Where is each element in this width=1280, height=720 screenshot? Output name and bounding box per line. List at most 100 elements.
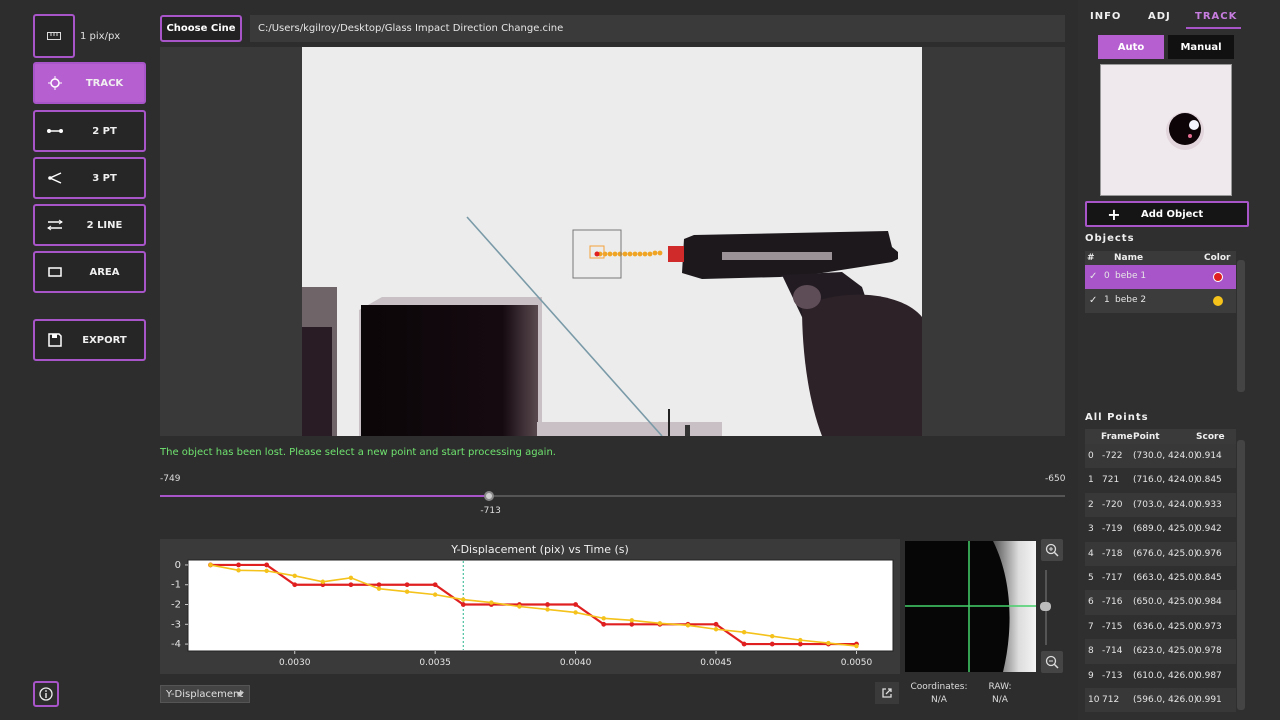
point-score: 0.933	[1196, 499, 1222, 510]
info-icon	[39, 687, 53, 701]
zoom-in-button[interactable]	[1041, 539, 1063, 561]
tool-2line-button[interactable]: 2 LINE	[33, 204, 146, 246]
point-score: 0.914	[1196, 451, 1222, 461]
point-frame: 712	[1102, 694, 1120, 705]
object-row-0[interactable]: ✓ 0 bebe 1	[1085, 265, 1236, 289]
series-point	[376, 586, 382, 591]
point-score: 0.973	[1196, 621, 1222, 632]
points-table-row[interactable]: 2 -720 (703.0, 424.0) 0.933	[1085, 492, 1236, 518]
external-link-icon	[882, 688, 892, 698]
point-coords: (730.0, 424.0)	[1133, 451, 1198, 461]
point-index: 0	[1088, 451, 1094, 461]
point-frame: -719	[1102, 524, 1123, 535]
points-table-row[interactable]: 3 -719 (689.0, 425.0) 0.942	[1085, 517, 1236, 541]
tool-track-button[interactable]: TRACK	[33, 62, 146, 104]
video-frame[interactable]	[302, 47, 922, 436]
points-table-row[interactable]: 6 -716 (650.0, 425.0) 0.984	[1085, 590, 1236, 615]
y-displacement-chart[interactable]: 0 -1 -2 -3 -4 0.0030 0.0035 0.0040 0.0045 0.0050	[160, 556, 900, 674]
points-col-score: Score	[1196, 432, 1225, 442]
y-tick-label: -4	[171, 639, 181, 650]
tool-3pt-button[interactable]: 3 PT	[33, 157, 146, 199]
plus-icon: +	[1107, 204, 1121, 224]
series-point	[236, 568, 241, 573]
pop-out-chart-button[interactable]	[875, 682, 899, 704]
zoom-out-icon	[1045, 655, 1059, 669]
coordinates-readout: Coordinates: N/A	[905, 682, 973, 705]
choose-cine-button[interactable]: Choose Cine	[160, 15, 242, 42]
tool-area-button[interactable]: AREA	[33, 251, 146, 293]
info-button[interactable]	[33, 681, 59, 707]
series-point	[376, 582, 382, 588]
raw-value: N/A	[992, 695, 1008, 705]
zoom-slider-thumb[interactable]	[1040, 602, 1051, 611]
series-point	[264, 562, 270, 568]
scale-button[interactable]	[33, 14, 75, 58]
point-frame: -716	[1102, 597, 1123, 608]
tab-track[interactable]: TRACK	[1195, 11, 1237, 22]
zoom-in-icon	[1045, 543, 1059, 557]
frame-slider-fill	[160, 495, 490, 497]
point-coords: (689.0, 425.0)	[1133, 524, 1198, 535]
points-table-row[interactable]: 10 712 (596.0, 426.0) 0.991	[1085, 687, 1236, 713]
series-point	[601, 621, 607, 627]
points-table-row[interactable]: 1 721 (716.0, 424.0) 0.845	[1085, 468, 1236, 492]
mode-auto-button[interactable]: Auto	[1098, 35, 1164, 59]
object-index: 0	[1104, 271, 1110, 281]
plot-variable-dropdown[interactable]: Y-Displacement	[160, 685, 250, 703]
point-score: 0.984	[1196, 597, 1222, 608]
object-color-swatch[interactable]	[1213, 296, 1223, 306]
tab-info[interactable]: INFO	[1090, 11, 1121, 22]
tool-3pt-label: 3 PT	[92, 172, 117, 184]
y-tick-label: -2	[171, 600, 181, 611]
objects-col-index: #	[1087, 253, 1095, 263]
object-row-1[interactable]: ✓ 1 bebe 2	[1085, 289, 1236, 313]
points-table-row[interactable]: 5 -717 (663.0, 425.0) 0.845	[1085, 566, 1236, 590]
tool-2pt-button[interactable]: 2 PT	[33, 110, 146, 152]
objects-col-color: Color	[1204, 253, 1231, 263]
point-coords: (663.0, 425.0)	[1133, 572, 1198, 583]
frame-slider-max: -650	[1045, 474, 1066, 484]
y-tick-label: 0	[175, 560, 181, 571]
zoom-out-button[interactable]	[1041, 651, 1063, 673]
point-index: 7	[1088, 621, 1094, 632]
tab-adj[interactable]: ADJ	[1148, 11, 1171, 22]
point-score: 0.978	[1196, 646, 1222, 657]
points-table-row[interactable]: 4 -718 (676.0, 425.0) 0.976	[1085, 541, 1236, 566]
points-table-row[interactable]: 8 -714 (623.0, 425.0) 0.978	[1085, 639, 1236, 664]
coordinates-value: N/A	[931, 695, 947, 705]
checkmark-icon[interactable]: ✓	[1089, 271, 1097, 282]
frame-slider-min: -749	[160, 474, 181, 484]
series-point	[826, 640, 831, 646]
chevron-down-icon	[236, 692, 244, 697]
series-point	[432, 592, 438, 597]
export-button[interactable]: EXPORT	[33, 319, 146, 361]
checkmark-icon[interactable]: ✓	[1089, 295, 1097, 306]
object-color-swatch[interactable]	[1213, 272, 1223, 282]
series-point	[461, 597, 466, 602]
raw-readout: RAW: N/A	[980, 682, 1020, 705]
objects-scrollbar[interactable]	[1237, 260, 1245, 392]
points-table-row[interactable]: 0 -722 (730.0, 424.0) 0.914	[1085, 444, 1236, 469]
tool-area-label: AREA	[89, 266, 120, 278]
point-frame: -717	[1102, 572, 1123, 583]
points-table-row[interactable]: 7 -715 (636.0, 425.0) 0.973	[1085, 615, 1236, 639]
point-frame: -718	[1102, 548, 1123, 559]
export-label: EXPORT	[82, 334, 127, 346]
tool-2line-label: 2 LINE	[86, 219, 123, 231]
x-tick-label: 0.0035	[419, 658, 451, 668]
points-table-row[interactable]: 9 -713 (610.0, 426.0) 0.987	[1085, 664, 1236, 688]
point-index: 4	[1088, 548, 1094, 559]
series-point	[517, 604, 522, 609]
object-index: 1	[1104, 295, 1110, 305]
point-index: 6	[1088, 597, 1094, 608]
add-object-button[interactable]: + Add Object	[1085, 201, 1249, 227]
points-scrollbar[interactable]	[1237, 440, 1245, 710]
frame-slider-thumb[interactable]	[484, 491, 495, 501]
video-frame-image	[302, 47, 922, 436]
point-score: 0.845	[1196, 475, 1222, 486]
point-frame: -715	[1102, 621, 1123, 632]
point-coords: (703.0, 424.0)	[1133, 499, 1198, 510]
point-score: 0.987	[1196, 670, 1222, 681]
mode-manual-button[interactable]: Manual	[1168, 35, 1234, 59]
tool-track-label: TRACK	[85, 77, 124, 89]
